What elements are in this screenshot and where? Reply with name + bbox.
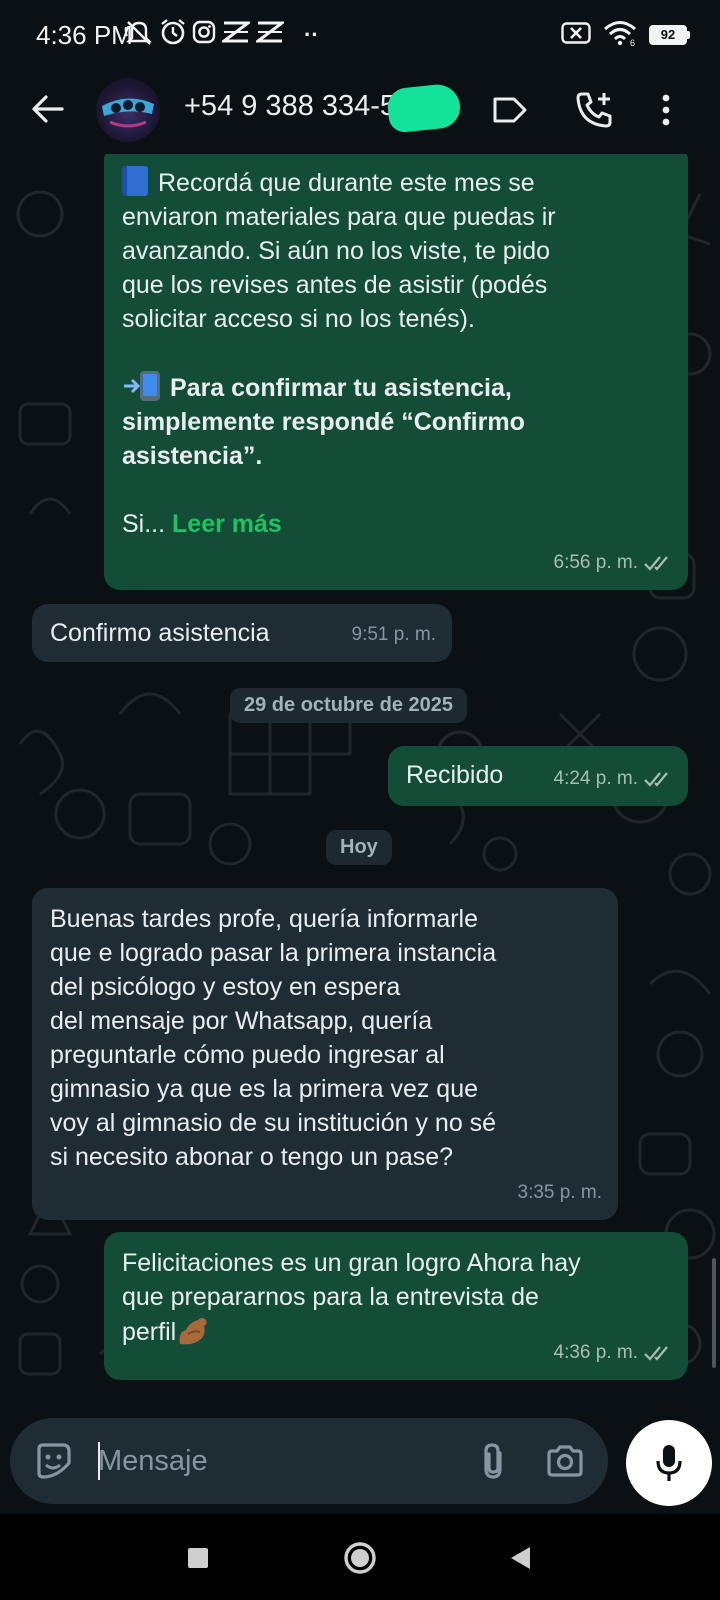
message-text: Confirmo asistencia — [50, 619, 270, 647]
phone-arrow-emoji-icon — [122, 370, 166, 402]
read-more-link[interactable]: Leer más — [172, 510, 282, 538]
alarm-icon — [160, 18, 186, 53]
message-text: Si... Leer más — [122, 510, 282, 538]
message-text-bold: asistencia”. — [122, 442, 263, 470]
message-bubble-outgoing[interactable]: Recordá que durante este mes se enviaron… — [104, 154, 688, 590]
svg-text:6: 6 — [630, 38, 635, 46]
battery-level: 92 — [649, 25, 687, 45]
message-time: 9:51 p. m. — [351, 624, 437, 645]
message-time: 4:36 p. m. — [553, 1342, 639, 1363]
message-text: avanzando. Si aún no los viste, te pido — [122, 237, 551, 265]
notification-icons: ·· — [124, 18, 319, 53]
message-text: Felicitaciones es un gran logro Ahora ha… — [122, 1249, 581, 1348]
message-bubble-incoming[interactable]: Buenas tardes profe, quería informarle q… — [32, 888, 618, 1220]
redaction-scribble — [385, 82, 463, 134]
message-text: Buenas tardes profe, quería informarle q… — [50, 905, 497, 1171]
add-call-icon — [576, 92, 612, 128]
status-time: 4:36 PM — [36, 20, 133, 50]
instagram-icon — [192, 20, 216, 51]
label-tag-icon — [493, 97, 527, 123]
camera-button[interactable] — [540, 1438, 590, 1484]
date-separator: 29 de octubre de 2025 — [230, 688, 467, 723]
back-button[interactable] — [22, 84, 72, 134]
message-text: Recibido — [406, 761, 504, 789]
system-navigation-bar — [0, 1514, 720, 1600]
message-input[interactable] — [98, 1434, 458, 1488]
sticker-icon — [37, 1443, 71, 1479]
triangle-back-icon — [511, 1547, 530, 1569]
double-check-icon — [644, 556, 668, 571]
home-button[interactable] — [338, 1536, 382, 1580]
message-time: 3:35 p. m. — [517, 1182, 603, 1203]
battery-icon: 92 — [649, 25, 690, 45]
system-icons: 6 92 — [561, 20, 690, 50]
chat-header: +54 9 388 334-56 — [0, 66, 720, 154]
date-separator: Hoy — [326, 830, 392, 865]
message-text: enviaron materiales para que puedas ir — [122, 203, 556, 231]
recents-button[interactable] — [176, 1536, 220, 1580]
message-composer — [10, 1418, 608, 1504]
scrollbar[interactable] — [712, 1258, 716, 1368]
more-notifications-icon: ·· — [304, 22, 319, 47]
message-meta: 4:24 p. m. — [554, 762, 673, 796]
double-check-icon — [644, 772, 668, 787]
double-check-icon — [644, 1346, 668, 1361]
contact-name[interactable]: +54 9 388 334-56 — [184, 90, 412, 123]
paperclip-icon — [484, 1443, 502, 1479]
message-meta: 3:35 p. m. — [518, 1176, 603, 1210]
message-text: Recordá que durante este mes se — [122, 166, 678, 200]
circle-home-icon — [344, 1542, 376, 1574]
no-sim-icon — [561, 21, 591, 49]
contact-name-visible: +54 9 388 334- — [184, 90, 380, 122]
message-text-bold: simplemente respondé “Confirmo — [122, 408, 525, 436]
message-meta: 4:36 p. m. — [554, 1336, 673, 1370]
message-text: solicitar acceso si no los tenés). — [122, 305, 475, 333]
microphone-icon — [656, 1445, 682, 1481]
message-text: que los revises antes de asistir (podés — [122, 271, 548, 299]
attach-button[interactable] — [470, 1438, 516, 1484]
message-bubble-outgoing[interactable]: Felicitaciones es un gran logro Ahora ha… — [104, 1232, 688, 1380]
book-emoji-icon — [122, 166, 148, 196]
contact-avatar[interactable] — [96, 78, 160, 142]
add-call-button[interactable] — [570, 86, 618, 134]
more-vert-icon — [662, 94, 670, 126]
message-bubble-outgoing[interactable]: Recibido 4:24 p. m. — [388, 746, 688, 806]
square-icon — [188, 1548, 208, 1568]
capcut-icon — [219, 20, 253, 51]
flexed-biceps-emoji-icon — [176, 1314, 212, 1348]
message-bubble-incoming[interactable]: Confirmo asistencia 9:51 p. m. — [32, 604, 452, 662]
mute-icon — [124, 18, 154, 53]
camera-icon — [547, 1445, 583, 1477]
message-time: 4:24 p. m. — [553, 768, 639, 789]
label-button[interactable] — [486, 86, 534, 134]
status-bar: 4:36 PM ·· 6 92 — [0, 0, 720, 66]
message-meta: 9:51 p. m. — [352, 618, 437, 652]
nav-back-button[interactable] — [498, 1536, 542, 1580]
voice-message-button[interactable] — [626, 1420, 712, 1506]
more-options-button[interactable] — [642, 86, 690, 134]
capcut-icon — [253, 20, 287, 51]
emoji-sticker-button[interactable] — [30, 1438, 76, 1484]
text-cursor — [98, 1442, 100, 1480]
back-arrow-icon — [32, 95, 64, 123]
wifi-icon: 6 — [603, 20, 637, 51]
message-meta: 6:56 p. m. — [554, 546, 673, 580]
chat-area[interactable]: Recordá que durante este mes se enviaron… — [0, 154, 720, 1398]
message-time: 6:56 p. m. — [553, 552, 639, 573]
message-text-bold: Para confirmar tu asistencia, — [122, 370, 678, 405]
